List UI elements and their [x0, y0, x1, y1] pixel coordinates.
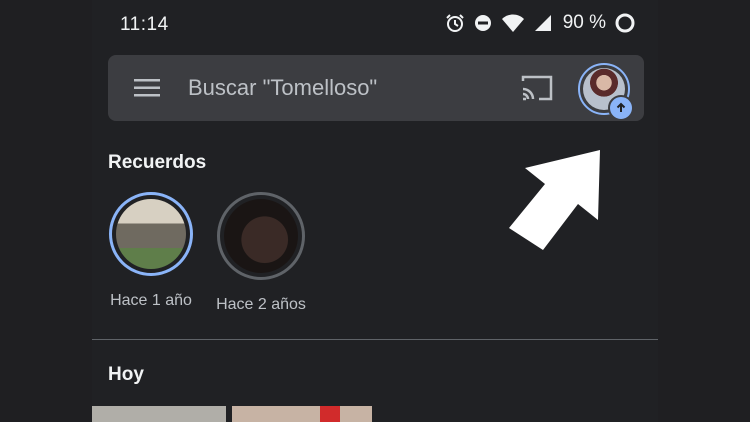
battery-icon	[615, 13, 635, 33]
status-bar: 11:14 90 %	[92, 0, 658, 50]
do-not-disturb-icon	[474, 15, 491, 31]
upload-arrow-icon	[608, 95, 634, 121]
battery-percent: 90 %	[562, 12, 606, 33]
cast-icon[interactable]	[520, 73, 554, 103]
right-margin	[658, 0, 750, 422]
left-margin	[0, 0, 92, 422]
memory-photo	[116, 199, 186, 269]
today-title: Hoy	[108, 364, 144, 385]
photo-thumbnail[interactable]	[232, 406, 372, 422]
account-avatar[interactable]	[578, 63, 634, 121]
memory-label: Hace 2 años	[216, 296, 306, 313]
memory-thumbnail[interactable]	[109, 192, 193, 276]
memory-item[interactable]: Hace 1 año	[96, 192, 206, 310]
signal-icon	[534, 15, 551, 31]
memory-photo	[224, 199, 298, 273]
wifi-icon	[501, 14, 524, 32]
photo-detail	[320, 406, 340, 422]
pointer-arrow-icon	[509, 150, 600, 250]
memories-title: Recuerdos	[108, 152, 207, 173]
status-icons: 90 %	[445, 12, 636, 34]
section-divider	[92, 339, 658, 340]
memory-thumbnail[interactable]	[217, 192, 305, 280]
alarm-icon	[445, 14, 464, 32]
memory-item[interactable]: Hace 2 años	[206, 192, 316, 314]
photo-thumbnail[interactable]	[92, 406, 226, 422]
search-bar[interactable]: Buscar "Tomelloso"	[108, 55, 644, 121]
status-time: 11:14	[120, 14, 169, 35]
search-input[interactable]: Buscar "Tomelloso"	[188, 75, 377, 101]
menu-icon[interactable]	[134, 78, 160, 98]
memory-label: Hace 1 año	[110, 292, 192, 309]
